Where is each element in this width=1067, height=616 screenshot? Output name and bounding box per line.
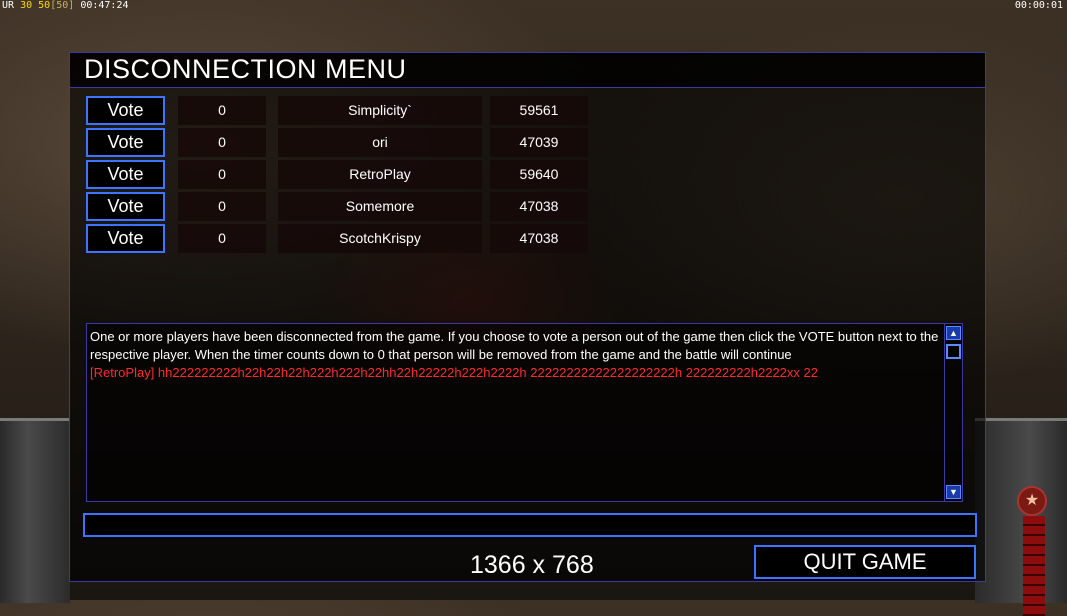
player-ping: 47038 bbox=[490, 192, 588, 221]
star-icon: ★ bbox=[1017, 486, 1047, 516]
player-name: Somemore bbox=[278, 192, 482, 221]
hud-stats: UR 30 50[50] 00:47:24 bbox=[2, 0, 129, 11]
quit-game-button[interactable]: QUIT GAME bbox=[754, 545, 976, 579]
player-ping: 59561 bbox=[490, 96, 588, 125]
vote-count: 0 bbox=[178, 96, 266, 125]
hud-countdown: 00:00:01 bbox=[1014, 0, 1063, 11]
game-sidebar-right: ★ bbox=[975, 418, 1067, 616]
player-name: Simplicity` bbox=[278, 96, 482, 125]
chat-text: One or more players have been disconnect… bbox=[90, 328, 950, 382]
hud-fps-cap: [50] bbox=[50, 0, 75, 11]
hud-fps-cap-value: 50 bbox=[38, 0, 51, 11]
player-ping: 47038 bbox=[490, 224, 588, 253]
vote-button[interactable]: Vote bbox=[86, 192, 165, 221]
scroll-down-arrow-icon[interactable]: ▼ bbox=[946, 485, 961, 499]
system-message: One or more players have been disconnect… bbox=[90, 329, 939, 362]
player-name: RetroPlay bbox=[278, 160, 482, 189]
vote-count: 0 bbox=[178, 160, 266, 189]
vote-button[interactable]: Vote bbox=[86, 160, 165, 189]
chat-input[interactable] bbox=[83, 513, 977, 537]
player-chat-message: [RetroPlay] hh222222222h22h22h22h222h222… bbox=[90, 365, 818, 380]
vote-count: 0 bbox=[178, 224, 266, 253]
dialog-title: DISCONNECTION MENU bbox=[84, 54, 407, 84]
scrollbar-thumb[interactable] bbox=[946, 344, 961, 359]
player-ping: 47039 bbox=[490, 128, 588, 157]
scroll-up-arrow-icon[interactable]: ▲ bbox=[946, 326, 961, 340]
game-sidebar-left bbox=[0, 418, 70, 603]
vote-button[interactable]: Vote bbox=[86, 96, 165, 125]
vote-button[interactable]: Vote bbox=[86, 128, 165, 157]
dialog-title-bar: DISCONNECTION MENU bbox=[70, 53, 985, 88]
player-ping: 59640 bbox=[490, 160, 588, 189]
resolution-label: 1366 x 768 bbox=[470, 551, 594, 579]
vote-count: 0 bbox=[178, 128, 266, 157]
player-name: ori bbox=[278, 128, 482, 157]
hud-fps: 30 bbox=[20, 0, 33, 11]
vote-button[interactable]: Vote bbox=[86, 224, 165, 253]
hud-ur-label: UR bbox=[2, 0, 15, 11]
hud-game-time: 00:47:24 bbox=[80, 0, 129, 11]
scrollbar-track bbox=[944, 324, 945, 501]
power-meter bbox=[1023, 516, 1045, 616]
vote-count: 0 bbox=[178, 192, 266, 221]
chat-log[interactable]: One or more players have been disconnect… bbox=[86, 323, 963, 502]
disconnection-dialog: DISCONNECTION MENU Vote 0 Simplicity` 59… bbox=[69, 52, 986, 582]
player-name: ScotchKrispy bbox=[278, 224, 482, 253]
